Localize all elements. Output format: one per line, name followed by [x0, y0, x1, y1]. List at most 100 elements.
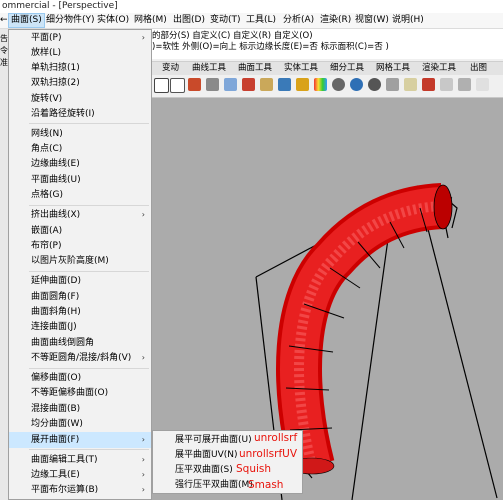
- menu-item-patch[interactable]: 嵌面(A): [9, 223, 151, 239]
- submenu-item-squish[interactable]: 压平双曲面(S): [153, 462, 302, 478]
- menu-separator: [29, 449, 149, 450]
- menu-item-rail-revolve[interactable]: 沿着路径旋转(I): [9, 106, 151, 122]
- menu-mesh[interactable]: 网格(M): [134, 14, 167, 27]
- menu-item-drape[interactable]: 布帘(P): [9, 238, 151, 254]
- submenu-arrow-icon: ›: [141, 33, 145, 42]
- grid-viewports-icon[interactable]: [170, 78, 185, 93]
- surface-menu: 平面(P) › 放样(L) 单轨扫掠(1) 双轨扫掠(2) 旋转(V) 沿着路径旋…: [8, 29, 152, 500]
- menu-item-fillet[interactable]: 曲面圆角(F): [9, 289, 151, 305]
- lights-icon[interactable]: [224, 78, 237, 91]
- menu-bar: ← 曲面(S) 细分物件(Y) 实体(O) 网格(M) 出图(D) 变动(T) …: [0, 13, 503, 29]
- submenu-arrow-icon: ›: [141, 353, 145, 362]
- globe-icon[interactable]: [350, 78, 363, 91]
- command-line-1: 的部分(S) 自定义(C) 自定义(R) 自定义(O): [152, 31, 313, 41]
- menu-subd[interactable]: 细分物件(Y): [46, 14, 95, 27]
- submenu-item-label: 强行压平双曲面(M): [175, 480, 253, 490]
- box-icon[interactable]: [440, 78, 453, 91]
- menu-item-point-grid[interactable]: 点格(G): [9, 187, 151, 203]
- shade-icon[interactable]: [242, 78, 255, 91]
- menu-item-fillet-edge[interactable]: 曲面曲线倒圆角: [9, 335, 151, 351]
- menu-item-planar-curves[interactable]: 平面曲线(U): [9, 172, 151, 188]
- render-icon[interactable]: [422, 78, 435, 91]
- submenu-item-label: 压平双曲面(S): [175, 465, 233, 475]
- menu-help[interactable]: 说明(H): [392, 14, 424, 27]
- tab-render-tools[interactable]: 渲染工具: [422, 63, 456, 74]
- menu-item-offset[interactable]: 偏移曲面(O): [9, 370, 151, 386]
- render-settings-icon[interactable]: [386, 78, 399, 91]
- menu-separator: [29, 123, 149, 124]
- menu-item-label: 曲面曲线倒圆角: [31, 338, 95, 348]
- menu-item-label: 均分曲面(W): [31, 419, 83, 429]
- menu-transform[interactable]: 变动(T): [210, 14, 241, 27]
- rotate-view-icon[interactable]: [154, 78, 169, 93]
- menu-item-variable-fillet[interactable]: 不等距圆角/混接/斜角(V) ›: [9, 350, 151, 366]
- menu-item-extend[interactable]: 延伸曲面(D): [9, 273, 151, 289]
- left-panel-edge: 告 令 准: [0, 29, 8, 500]
- menu-app-icon[interactable]: ←: [0, 14, 8, 27]
- menu-item-variable-offset[interactable]: 不等距偏移曲面(O): [9, 385, 151, 401]
- menu-item-label: 平面布尔运算(B): [31, 485, 99, 495]
- annotation-squish: Squish: [236, 463, 272, 475]
- menu-item-blend[interactable]: 混接曲面(B): [9, 401, 151, 417]
- brush-icon[interactable]: [260, 78, 273, 91]
- icon-toolbar: [152, 75, 503, 98]
- menu-item-sweep1[interactable]: 单轨扫掠(1): [9, 60, 151, 76]
- submenu-arrow-icon: ›: [141, 485, 145, 494]
- menu-item-label: 混接曲面(B): [31, 404, 81, 414]
- menu-item-connect[interactable]: 连接曲面(J): [9, 319, 151, 335]
- menu-item-label: 点格(G): [31, 190, 63, 200]
- tab-surface-tools[interactable]: 曲面工具: [238, 63, 272, 74]
- environment-icon[interactable]: [368, 78, 381, 91]
- menu-item-sweep2[interactable]: 双轨扫掠(2): [9, 75, 151, 91]
- car-icon[interactable]: [188, 78, 201, 91]
- menu-separator: [29, 368, 149, 369]
- menu-item-unroll[interactable]: 展开曲面(F) ›: [9, 432, 151, 448]
- menu-item-revolve[interactable]: 旋转(V): [9, 91, 151, 107]
- annotation-unrollsrfuv: unrollsrfUV: [239, 448, 298, 460]
- tab-layout[interactable]: 出图: [470, 63, 487, 74]
- tab-transform[interactable]: 变动: [162, 63, 179, 74]
- material-icon[interactable]: [278, 78, 291, 91]
- submenu-item-label: 展平可展开曲面(U): [175, 435, 252, 445]
- menu-item-planar-boolean[interactable]: 平面布尔运算(B) ›: [9, 482, 151, 498]
- options-icon[interactable]: [458, 78, 471, 91]
- menu-item-chamfer[interactable]: 曲面斜角(H): [9, 304, 151, 320]
- menu-item-tween[interactable]: 均分曲面(W): [9, 416, 151, 432]
- menu-tools[interactable]: 工具(L): [246, 14, 276, 27]
- window-title: ommercial - [Perspective]: [0, 0, 503, 13]
- menu-analyze[interactable]: 分析(A): [283, 14, 314, 27]
- more-icon[interactable]: [476, 78, 489, 91]
- menu-item-edge-curves[interactable]: 边缘曲线(E): [9, 156, 151, 172]
- sphere-icon[interactable]: [332, 78, 345, 91]
- tab-solid-tools[interactable]: 实体工具: [284, 63, 318, 74]
- menu-item-label: 边缘曲线(E): [31, 159, 80, 169]
- menu-drafting[interactable]: 出图(D): [173, 14, 205, 27]
- menu-surface[interactable]: 曲面(S): [8, 13, 45, 28]
- tab-subd-tools[interactable]: 细分工具: [330, 63, 364, 74]
- color-wheel-icon[interactable]: [314, 78, 327, 91]
- submenu-arrow-icon: ›: [141, 470, 145, 479]
- toolbar-tabs: 变动 曲线工具 曲面工具 实体工具 细分工具 网格工具 渲染工具 出图: [152, 61, 503, 76]
- tab-curve-tools[interactable]: 曲线工具: [192, 63, 226, 74]
- select-icon[interactable]: [296, 78, 309, 91]
- menu-separator: [29, 205, 149, 206]
- tab-mesh-tools[interactable]: 网格工具: [376, 63, 410, 74]
- menu-render[interactable]: 渲染(R): [320, 14, 351, 27]
- menu-item-corner[interactable]: 角点(C): [9, 141, 151, 157]
- menu-item-edge-tools[interactable]: 边缘工具(E) ›: [9, 467, 151, 483]
- texture-icon[interactable]: [404, 78, 417, 91]
- menu-item-label: 不等距圆角/混接/斜角(V): [31, 353, 132, 363]
- menu-item-label: 嵌面(A): [31, 226, 63, 236]
- menu-item-loft[interactable]: 放样(L): [9, 45, 151, 61]
- submenu-arrow-icon: ›: [141, 435, 145, 444]
- menu-viewport[interactable]: 视窗(W): [355, 14, 389, 27]
- display-mode-icon[interactable]: [206, 78, 219, 91]
- menu-item-edit-tools[interactable]: 曲面编辑工具(T) ›: [9, 452, 151, 468]
- menu-item-label: 边缘工具(E): [31, 470, 80, 480]
- menu-item-plane[interactable]: 平面(P) ›: [9, 30, 151, 46]
- menu-solid[interactable]: 实体(O): [97, 14, 129, 27]
- menu-item-network[interactable]: 网线(N): [9, 126, 151, 142]
- menu-item-label: 曲面斜角(H): [31, 307, 81, 317]
- menu-item-heightfield[interactable]: 以图片灰阶高度(M): [9, 253, 151, 269]
- menu-item-extrude[interactable]: 挤出曲线(X) ›: [9, 207, 151, 223]
